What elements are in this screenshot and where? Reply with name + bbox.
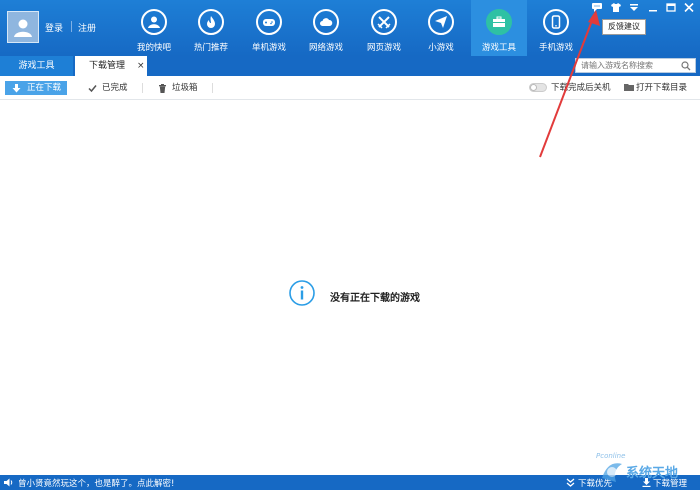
nav-my-kuaiba[interactable]: 我的快吧 xyxy=(126,0,182,56)
user-icon xyxy=(148,16,160,28)
skin-button[interactable] xyxy=(610,3,622,13)
nav-web-games[interactable]: 网页游戏 xyxy=(356,0,412,56)
toolbar-divider xyxy=(142,83,143,93)
nav-label: 小游戏 xyxy=(428,43,454,53)
downloading-label: 正在下载 xyxy=(27,83,62,93)
status-bar: 曾小贤竟然玩这个，也是醉了。点此解密! 下载优先 下载管理 xyxy=(0,475,700,490)
tab-download-manager[interactable]: 下载管理 × xyxy=(75,56,147,76)
open-download-dir-label: 打开下载目录 xyxy=(636,83,688,93)
completed-label: 已完成 xyxy=(102,83,128,93)
nav-label: 我的快吧 xyxy=(136,43,171,53)
app-window: 登录 注册 我的快吧 热门推荐 单机游戏 网络游戏 网页游戏 小游戏 游戏工具 … xyxy=(0,0,700,490)
shirt-icon xyxy=(611,3,621,12)
tab-game-tools[interactable]: 游戏工具 xyxy=(0,56,73,76)
crossed-swords-icon xyxy=(377,16,391,29)
trash-label: 垃圾箱 xyxy=(172,83,198,93)
toolbar-divider xyxy=(212,83,213,93)
cloud-icon xyxy=(320,18,333,26)
login-link[interactable]: 登录 xyxy=(45,21,63,34)
user-avatar-icon xyxy=(14,19,32,37)
watermark-text: 系统天地 xyxy=(626,466,679,481)
download-arrow-icon xyxy=(12,84,21,93)
maximize-icon xyxy=(666,3,676,12)
speaker-icon xyxy=(4,478,13,487)
tab-download-manager-label: 下载管理 xyxy=(89,61,126,71)
toolbox-icon xyxy=(493,16,505,27)
tab-close-icon[interactable]: × xyxy=(137,56,145,76)
watermark-small-text: Pconline xyxy=(596,452,626,460)
search-icon[interactable] xyxy=(681,61,691,71)
nav-online-games[interactable]: 网络游戏 xyxy=(298,0,354,56)
nav-label: 游戏工具 xyxy=(481,43,516,53)
menu-down-icon xyxy=(630,4,638,11)
nav-label: 热门推荐 xyxy=(193,43,228,53)
maximize-button[interactable] xyxy=(665,3,677,13)
trash-icon xyxy=(159,84,166,93)
checkmark-icon xyxy=(88,85,97,93)
nav-single-player[interactable]: 单机游戏 xyxy=(241,0,297,56)
downloading-button[interactable]: 正在下载 xyxy=(5,81,67,95)
nav-label: 网络游戏 xyxy=(308,43,343,53)
completed-button[interactable]: 已完成 xyxy=(88,81,138,95)
folder-icon xyxy=(624,84,634,91)
double-chevron-down-icon xyxy=(566,478,575,487)
login-separator xyxy=(71,21,72,32)
minimize-button[interactable] xyxy=(647,3,659,13)
flame-icon xyxy=(207,16,215,28)
avatar[interactable] xyxy=(7,11,39,43)
nav-label: 单机游戏 xyxy=(251,43,286,53)
status-message-link[interactable]: 曾小贤竟然玩这个，也是醉了。点此解密! xyxy=(18,477,174,489)
nav-game-tools[interactable]: 游戏工具 xyxy=(471,0,527,56)
trash-button[interactable]: 垃圾箱 xyxy=(158,81,208,95)
annotation-arrow-icon xyxy=(539,10,600,158)
register-link[interactable]: 注册 xyxy=(78,21,96,34)
nav-label: 网页游戏 xyxy=(366,43,401,53)
paper-plane-icon xyxy=(435,16,447,28)
empty-state-message: 没有正在下载的游戏 xyxy=(330,293,420,304)
nav-mini-games[interactable]: 小游戏 xyxy=(413,0,469,56)
nav-hot-recommend[interactable]: 热门推荐 xyxy=(183,0,239,56)
gamepad-icon xyxy=(263,19,275,26)
menu-button[interactable] xyxy=(628,3,640,13)
close-window-button[interactable] xyxy=(683,2,695,13)
info-icon xyxy=(289,280,315,306)
minimize-icon xyxy=(649,10,657,12)
close-icon xyxy=(684,2,694,13)
